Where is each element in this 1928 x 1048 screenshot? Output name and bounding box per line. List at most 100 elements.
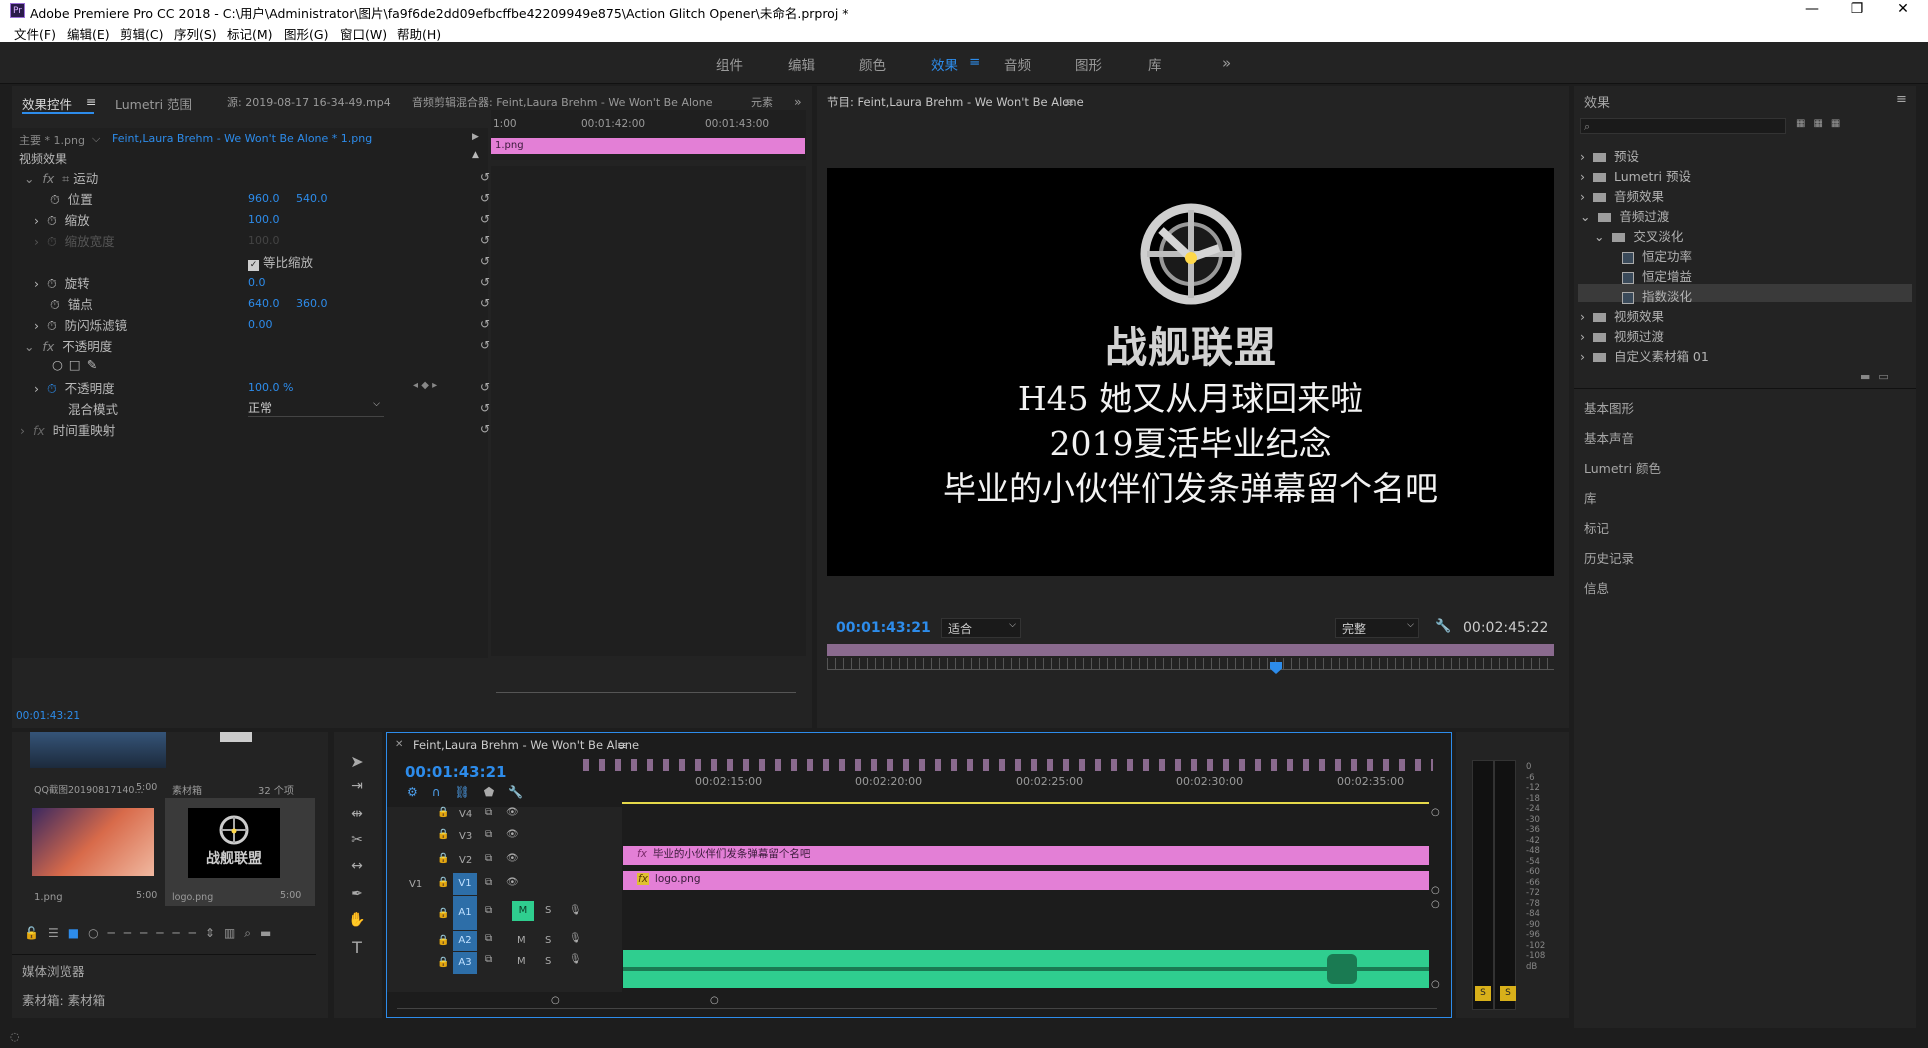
solo-left-button[interactable]: S <box>1475 986 1491 1001</box>
tab-menu-icon[interactable]: ≡ <box>86 94 96 109</box>
reset-icon[interactable]: ↺ <box>480 212 490 226</box>
timeline-timecode[interactable]: 00:01:43:21 <box>405 763 507 781</box>
type-tool-icon[interactable]: T <box>348 938 366 957</box>
lock-icon[interactable]: 🔒 <box>437 853 449 864</box>
sequence-clip[interactable]: Feint,Laura Brehm - We Won't Be Alone * … <box>112 132 372 145</box>
sync-icon[interactable]: ⧉ <box>485 807 492 818</box>
expand-arrow-icon[interactable]: › <box>34 213 39 228</box>
scroll-handle-icon[interactable]: ○ <box>710 995 719 1006</box>
workspace-menu-icon[interactable]: ≡ <box>969 54 980 70</box>
source-v1[interactable]: V1 <box>409 879 422 890</box>
clip-a3-audio[interactable] <box>623 950 1429 988</box>
sync-icon[interactable]: ⧉ <box>485 905 492 916</box>
master-clip[interactable]: 主要 * 1.png <box>19 132 85 148</box>
anchor-y[interactable]: 360.0 <box>296 297 328 310</box>
workspace-editing[interactable]: 编辑 <box>788 54 815 74</box>
program-title[interactable]: 节目: Feint,Laura Brehm - We Won't Be Alon… <box>827 94 1084 110</box>
tree-constant-power[interactable]: 恒定功率 <box>1622 246 1692 265</box>
thumbnail-qq[interactable] <box>30 732 166 768</box>
menu-sequence[interactable]: 序列(S) <box>174 24 217 43</box>
nest-icon[interactable]: ⚙ <box>407 785 432 799</box>
close-icon[interactable]: ✕ <box>395 739 403 750</box>
reset-icon[interactable]: ↺ <box>480 296 490 310</box>
workspace-assembly[interactable]: 组件 <box>716 54 743 74</box>
collapse-arrow-icon[interactable]: ▲ <box>472 150 479 160</box>
track-v1[interactable]: V1 <box>453 873 477 895</box>
tree-video-transitions[interactable]: › 视频过渡 <box>1580 326 1664 345</box>
solo-button[interactable]: S <box>545 956 551 967</box>
reset-icon[interactable]: ↺ <box>480 170 490 184</box>
position-x[interactable]: 960.0 <box>248 192 280 205</box>
panel-lumetri-color[interactable]: Lumetri 颜色 <box>1584 458 1661 477</box>
settings-wrench-icon[interactable]: 🔧 <box>508 785 537 799</box>
scroll-handle-icon[interactable]: ○ <box>1431 885 1440 896</box>
rect-mask-icon[interactable]: □ <box>69 357 87 372</box>
chevron-down-icon[interactable]: ⌵ <box>92 132 100 146</box>
reset-icon[interactable]: ↺ <box>480 401 490 415</box>
mute-button[interactable]: M <box>517 956 526 967</box>
menu-clip[interactable]: 剪辑(C) <box>120 24 163 43</box>
linked-icon[interactable]: ⛓ <box>455 785 484 799</box>
new-bin-icon[interactable]: ▬ <box>260 926 280 940</box>
flicker-value[interactable]: 0.00 <box>248 318 273 331</box>
panel-menu-icon[interactable]: ≡ <box>617 738 627 752</box>
lock-icon[interactable]: 🔓 <box>24 926 48 940</box>
close-button[interactable]: ✕ <box>1888 1 1918 21</box>
menu-window[interactable]: 窗口(W) <box>340 24 387 43</box>
zoom-slider-icon[interactable]: ○────── <box>88 926 205 940</box>
menu-marker[interactable]: 标记(M) <box>227 24 273 43</box>
playhead-icon[interactable] <box>1270 662 1282 674</box>
lock-icon[interactable]: 🔒 <box>437 877 449 888</box>
add-marker-icon[interactable]: ⬟ <box>484 785 508 799</box>
blend-mode-select[interactable]: 正常 ⌵ <box>248 399 384 417</box>
tree-audio-effects[interactable]: › 音频效果 <box>1580 186 1664 205</box>
media-browser[interactable]: 媒体浏览器 <box>22 961 85 980</box>
solo-right-button[interactable]: S <box>1500 986 1516 1001</box>
track-a3[interactable]: A3 <box>453 952 477 974</box>
eye-icon[interactable]: 👁 <box>506 853 519 864</box>
workspace-effects[interactable]: 效果 <box>931 54 958 74</box>
anchor-x[interactable]: 640.0 <box>248 297 280 310</box>
fx-opacity-row[interactable]: ⌄ fx 不透明度 <box>24 336 112 356</box>
eye-icon[interactable]: 👁 <box>506 829 519 840</box>
work-area-bar[interactable] <box>622 802 1429 804</box>
fit-select[interactable]: 适合 ⌵ <box>941 618 1021 638</box>
track-a1[interactable]: A1 <box>453 896 477 930</box>
play-triangle-icon[interactable]: ▶ <box>472 132 479 142</box>
workspace-graphics[interactable]: 图形 <box>1075 54 1102 74</box>
restore-button[interactable]: ❐ <box>1842 1 1872 21</box>
reset-icon[interactable]: ↺ <box>480 422 490 436</box>
new-bin-icon[interactable]: ▬▭ <box>1860 370 1897 383</box>
tree-audio-transitions[interactable]: ⌄ 音频过渡 <box>1580 206 1669 225</box>
tree-video-effects[interactable]: › 视频效果 <box>1580 306 1664 325</box>
panel-info[interactable]: 信息 <box>1584 578 1609 597</box>
fx-motion-row[interactable]: ⌄ fx ⌗ 运动 <box>24 168 98 188</box>
pen-mask-icon[interactable]: ✎ <box>87 357 103 372</box>
sync-icon[interactable]: ⧉ <box>485 877 492 888</box>
reset-icon[interactable]: ↺ <box>480 254 490 268</box>
list-view-icon[interactable]: ☰ <box>48 926 68 940</box>
scroll-handle-icon[interactable]: ○ <box>1431 899 1440 910</box>
mute-button[interactable]: M <box>512 901 534 921</box>
position-y[interactable]: 540.0 <box>296 192 328 205</box>
panel-overflow-icon[interactable]: » <box>794 94 802 109</box>
wrench-icon[interactable]: 🔧 <box>1435 619 1451 634</box>
panel-menu-icon[interactable]: ≡ <box>1064 94 1074 109</box>
opacity-value[interactable]: 100.0 % <box>248 381 293 394</box>
panel-menu-icon[interactable]: ≡ <box>1896 92 1907 107</box>
reset-icon[interactable]: ↺ <box>480 380 490 394</box>
track-a2[interactable]: A2 <box>453 931 477 951</box>
scroll-handle-icon[interactable]: ○ <box>1431 807 1440 818</box>
ripple-edit-icon[interactable]: ⇹ <box>348 806 366 824</box>
slip-icon[interactable]: ↔ <box>348 858 366 876</box>
tab-audio-mixer[interactable]: 音频剪辑混合器: Feint,Laura Brehm - We Won't Be… <box>412 94 712 110</box>
tree-lumetri[interactable]: › Lumetri 预设 <box>1580 166 1691 185</box>
mic-icon[interactable]: 🎙 <box>569 954 582 965</box>
tree-constant-gain[interactable]: 恒定增益 <box>1622 266 1692 285</box>
lock-icon[interactable]: 🔒 <box>437 957 449 968</box>
rotation-value[interactable]: 0.0 <box>248 276 266 289</box>
status-icon[interactable]: ◌ <box>10 1030 20 1043</box>
ec-timecode[interactable]: 00:01:43:21 <box>16 710 80 722</box>
pen-icon[interactable]: ✒ <box>348 886 366 904</box>
reset-icon[interactable]: ↺ <box>480 338 490 352</box>
